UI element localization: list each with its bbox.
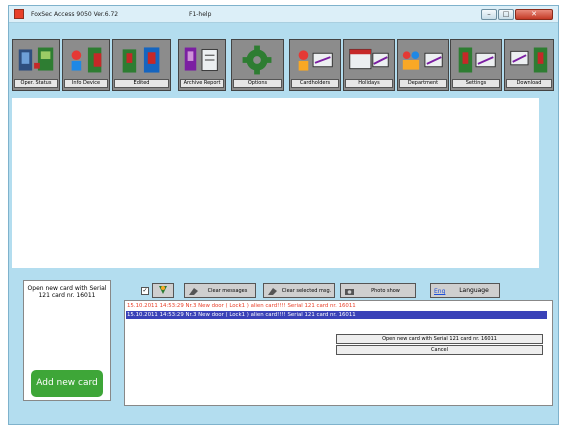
toolbar-label: Edited (114, 79, 169, 88)
event-log[interactable]: 15.10.2011 14:53:29 Nr.3 New door ( Lock… (124, 300, 553, 406)
help-menu[interactable]: F1-help (189, 11, 211, 18)
language-button[interactable]: Eng Language (430, 283, 500, 298)
log-row-selected[interactable]: 15.10.2011 14:53:29 Nr.3 New door ( Lock… (126, 311, 547, 319)
minimize-button[interactable]: – (481, 9, 497, 20)
holidays-icon (349, 48, 389, 70)
info-device-button[interactable]: Info Device (62, 39, 110, 91)
archive-report-button[interactable]: Archive Report (178, 39, 226, 91)
edited-button[interactable]: Edited (112, 39, 171, 91)
archive-report-icon (184, 47, 218, 72)
holidays-button[interactable]: Holidays (343, 39, 395, 91)
clear-messages-label: Clear messages (207, 287, 248, 294)
eraser-icon (268, 288, 277, 295)
settings-button[interactable]: Settings (450, 39, 502, 91)
message-options-button[interactable] (152, 283, 174, 298)
title-bar: FoxSec Access 9050 Ver.6.72 F1-help – □ … (9, 6, 558, 23)
cardholders-icon (298, 50, 333, 71)
toolbar-label: Oper. Status (14, 79, 58, 88)
close-button[interactable]: ✕ (515, 9, 553, 20)
open-new-card-button[interactable]: Open new card with Serial 121 card nr. 1… (336, 334, 543, 344)
photo-show-button[interactable]: Photo show (340, 283, 416, 298)
toolbar-label: Settings (452, 79, 500, 88)
department-icon (402, 51, 443, 70)
toolbar-label: Options (233, 79, 282, 88)
camera-icon (345, 289, 354, 295)
oper-status-button[interactable]: Oper. Status (12, 39, 60, 91)
department-button[interactable]: Department (397, 39, 449, 91)
download-button[interactable]: Download (504, 39, 554, 91)
cancel-button[interactable]: Cancel (336, 345, 543, 355)
toolbar-label: Download (506, 79, 552, 88)
message-arrow-icon (152, 283, 174, 298)
add-new-card-button[interactable]: Add new card (31, 370, 103, 397)
toolbar-label: Cardholders (291, 79, 339, 88)
window-title: FoxSec Access 9050 Ver.6.72 (31, 11, 119, 18)
clear-messages-button[interactable]: Clear messages (184, 283, 256, 298)
app-logo-icon (14, 9, 24, 19)
log-row[interactable]: 15.10.2011 14:53:29 Nr.3 New door ( Lock… (126, 302, 547, 310)
new-card-panel: Open new card with Serial 121 card nr. 1… (23, 280, 111, 401)
toolbar-label: Archive Report (180, 79, 224, 88)
cardholders-button[interactable]: Cardholders (289, 39, 341, 91)
clear-selected-button[interactable]: Clear selected msg. (263, 283, 335, 298)
settings-icon (458, 47, 496, 73)
language-tag: Eng (434, 288, 446, 295)
oper-status-icon (18, 47, 54, 71)
new-card-notice: Open new card with Serial 121 card nr. 1… (27, 285, 107, 299)
download-icon (510, 47, 548, 73)
options-button[interactable]: Options (231, 39, 284, 91)
maximize-button[interactable]: □ (498, 9, 514, 20)
main-workspace (12, 98, 539, 268)
edited-icon (122, 47, 160, 73)
clear-selected-label: Clear selected msg. (281, 287, 332, 294)
language-label: Language (459, 286, 489, 294)
toolbar-label: Holidays (345, 79, 393, 88)
photo-show-label: Photo show (371, 287, 400, 294)
toolbar-label: Info Device (64, 79, 108, 88)
toolbar-label: Department (399, 79, 447, 88)
show-messages-checkbox[interactable]: ✓ (141, 287, 149, 295)
gear-icon (242, 45, 272, 75)
eraser-icon (189, 288, 198, 295)
info-device-icon (71, 47, 102, 73)
